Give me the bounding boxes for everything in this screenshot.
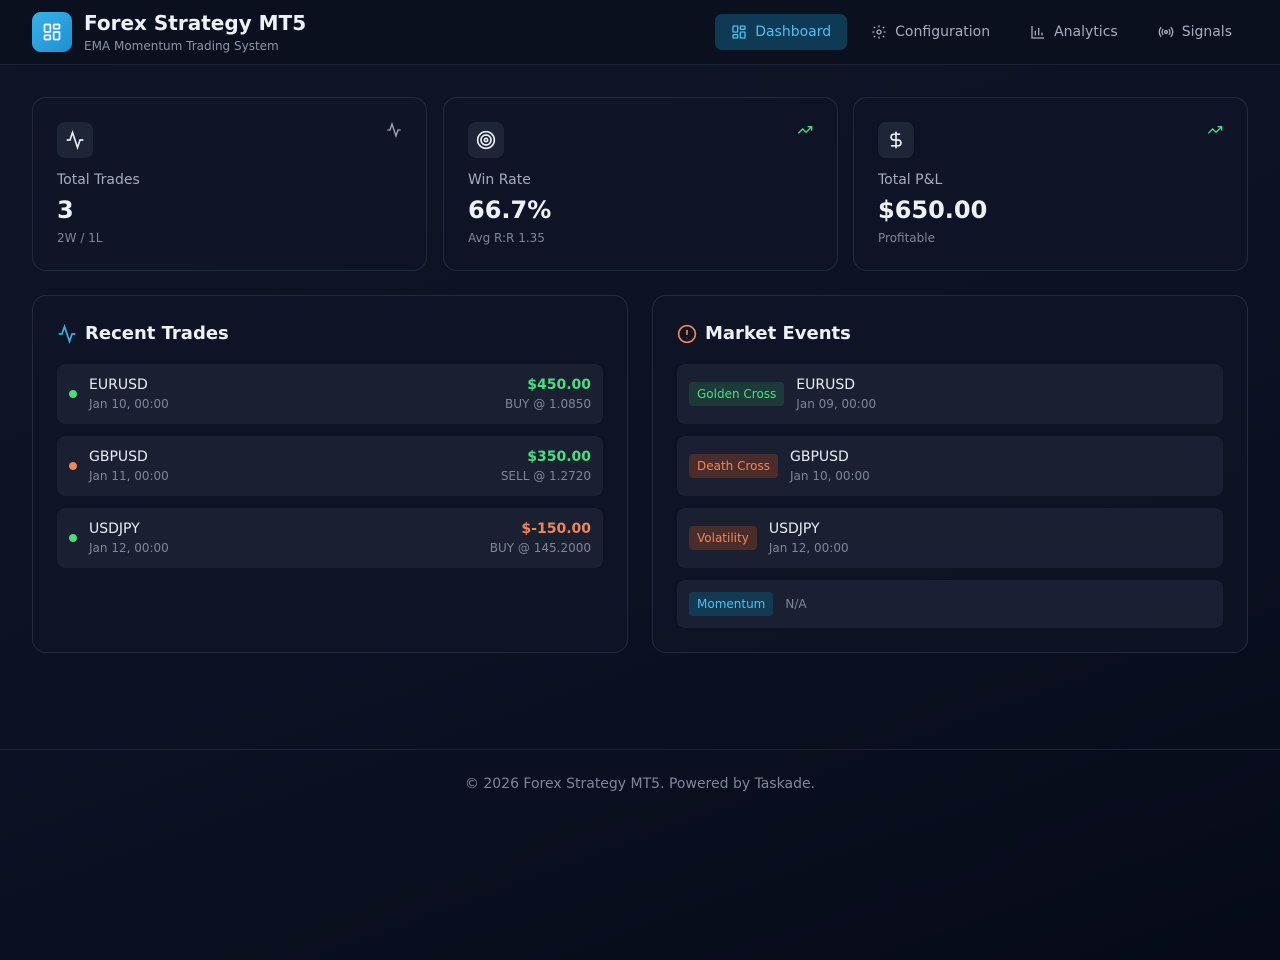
- stat-label: Total Trades: [57, 172, 140, 188]
- event-na: N/A: [785, 597, 807, 611]
- event-date: Jan 09, 00:00: [796, 397, 877, 411]
- event-row[interactable]: Golden Cross EURUSD Jan 09, 00:00: [677, 364, 1223, 424]
- stat-sub: Profitable: [878, 231, 935, 245]
- gear-icon: [872, 25, 886, 39]
- radio-signal-icon: [1158, 26, 1173, 38]
- stat-value: 66.7%: [468, 196, 552, 224]
- stat-value: 3: [57, 196, 74, 224]
- direction-dot: [69, 462, 77, 470]
- event-type-badge: Momentum: [689, 592, 774, 616]
- panel-title-text: Recent Trades: [85, 323, 229, 344]
- trade-date: Jan 12, 00:00: [89, 541, 169, 555]
- nav-dashboard[interactable]: Dashboard: [715, 14, 848, 50]
- dashboard-grid-icon: [43, 23, 61, 41]
- activity-icon: [66, 130, 84, 150]
- app-subtitle: EMA Momentum Trading System: [84, 39, 279, 53]
- panel-title: Market Events: [677, 323, 851, 344]
- activity-icon: [387, 122, 401, 138]
- trade-pnl: $450.00: [527, 377, 591, 393]
- trade-pair: USDJPY: [89, 521, 140, 537]
- event-type-badge: Volatility: [689, 526, 757, 550]
- panel-title: Recent Trades: [57, 323, 229, 344]
- direction-dot: [69, 534, 77, 542]
- stat-sub: 2W / 1L: [57, 231, 103, 245]
- panel-title-text: Market Events: [705, 323, 851, 344]
- trade-date: Jan 10, 00:00: [89, 397, 169, 411]
- nav-signals[interactable]: Signals: [1142, 14, 1248, 50]
- events-list: Golden Cross EURUSD Jan 09, 00:00 Death …: [677, 364, 1223, 628]
- nav-configuration[interactable]: Configuration: [855, 14, 1006, 50]
- stat-icon-box: [468, 122, 504, 158]
- event-pair: GBPUSD: [790, 449, 849, 465]
- event-row[interactable]: Volatility USDJPY Jan 12, 00:00: [677, 508, 1223, 568]
- stat-icon-box: [57, 122, 93, 158]
- stat-icon-box: [878, 122, 914, 158]
- alert-circle-icon: [677, 324, 697, 343]
- trade-detail: SELL @ 1.2720: [500, 469, 591, 483]
- stat-card-total-trades: Total Trades 3 2W / 1L: [32, 97, 427, 271]
- trade-row[interactable]: USDJPY Jan 12, 00:00 $-150.00 BUY @ 145.…: [57, 508, 603, 568]
- event-type-badge: Golden Cross: [689, 382, 785, 406]
- main-nav: Dashboard Configuration Analytics Signal…: [715, 14, 1248, 50]
- trade-detail: BUY @ 145.2000: [489, 541, 591, 555]
- trade-pnl: $350.00: [527, 449, 591, 465]
- trade-pair: EURUSD: [89, 377, 148, 393]
- nav-label: Configuration: [895, 24, 991, 40]
- dollar-icon: [890, 131, 902, 149]
- event-pair: USDJPY: [768, 521, 820, 537]
- activity-icon: [58, 323, 76, 344]
- app-header: Forex Strategy MT5 EMA Momentum Trading …: [0, 0, 1280, 65]
- trades-list: EURUSD Jan 10, 00:00 $450.00 BUY @ 1.085…: [57, 364, 603, 568]
- trending-up-icon: [797, 126, 813, 134]
- trade-row[interactable]: EURUSD Jan 10, 00:00 $450.00 BUY @ 1.085…: [57, 364, 603, 424]
- nav-analytics[interactable]: Analytics: [1014, 14, 1134, 50]
- market-events-panel: Market Events Golden Cross EURUSD Jan 09…: [652, 295, 1248, 653]
- stat-label: Total P&L: [878, 172, 943, 188]
- trade-detail: BUY @ 1.0850: [505, 397, 591, 411]
- direction-dot: [69, 390, 77, 398]
- event-row[interactable]: Death Cross GBPUSD Jan 10, 00:00: [677, 436, 1223, 496]
- stat-card-total-pnl: Total P&L $650.00 Profitable: [853, 97, 1248, 271]
- event-type-badge: Death Cross: [689, 454, 778, 478]
- app-footer: © 2026 Forex Strategy MT5. Powered by Ta…: [0, 749, 1280, 819]
- stat-sub: Avg R:R 1.35: [468, 231, 545, 245]
- app-title: Forex Strategy MT5: [84, 11, 307, 35]
- trade-date: Jan 11, 00:00: [89, 469, 169, 483]
- nav-label: Signals: [1181, 24, 1232, 40]
- target-icon: [476, 130, 496, 150]
- trade-pnl: $-150.00: [521, 521, 591, 537]
- stat-label: Win Rate: [468, 172, 531, 188]
- event-pair: EURUSD: [796, 377, 856, 393]
- trending-up-icon: [1207, 126, 1223, 134]
- nav-label: Analytics: [1054, 24, 1118, 40]
- event-date: Jan 10, 00:00: [790, 469, 870, 483]
- recent-trades-panel: Recent Trades EURUSD Jan 10, 00:00 $450.…: [32, 295, 628, 653]
- footer-text: © 2026 Forex Strategy MT5. Powered by Ta…: [464, 776, 816, 792]
- event-date: Jan 12, 00:00: [768, 541, 849, 555]
- stat-value: $650.00: [878, 196, 988, 224]
- trade-pair: GBPUSD: [89, 449, 148, 465]
- stat-card-win-rate: Win Rate 66.7% Avg R:R 1.35: [443, 97, 838, 271]
- bar-chart-icon: [1031, 26, 1045, 39]
- dashboard-grid-icon: [732, 25, 746, 39]
- nav-label: Dashboard: [755, 24, 832, 40]
- app-logo[interactable]: [32, 12, 72, 52]
- trade-row[interactable]: GBPUSD Jan 11, 00:00 $350.00 SELL @ 1.27…: [57, 436, 603, 496]
- event-row[interactable]: Momentum N/A: [677, 580, 1223, 628]
